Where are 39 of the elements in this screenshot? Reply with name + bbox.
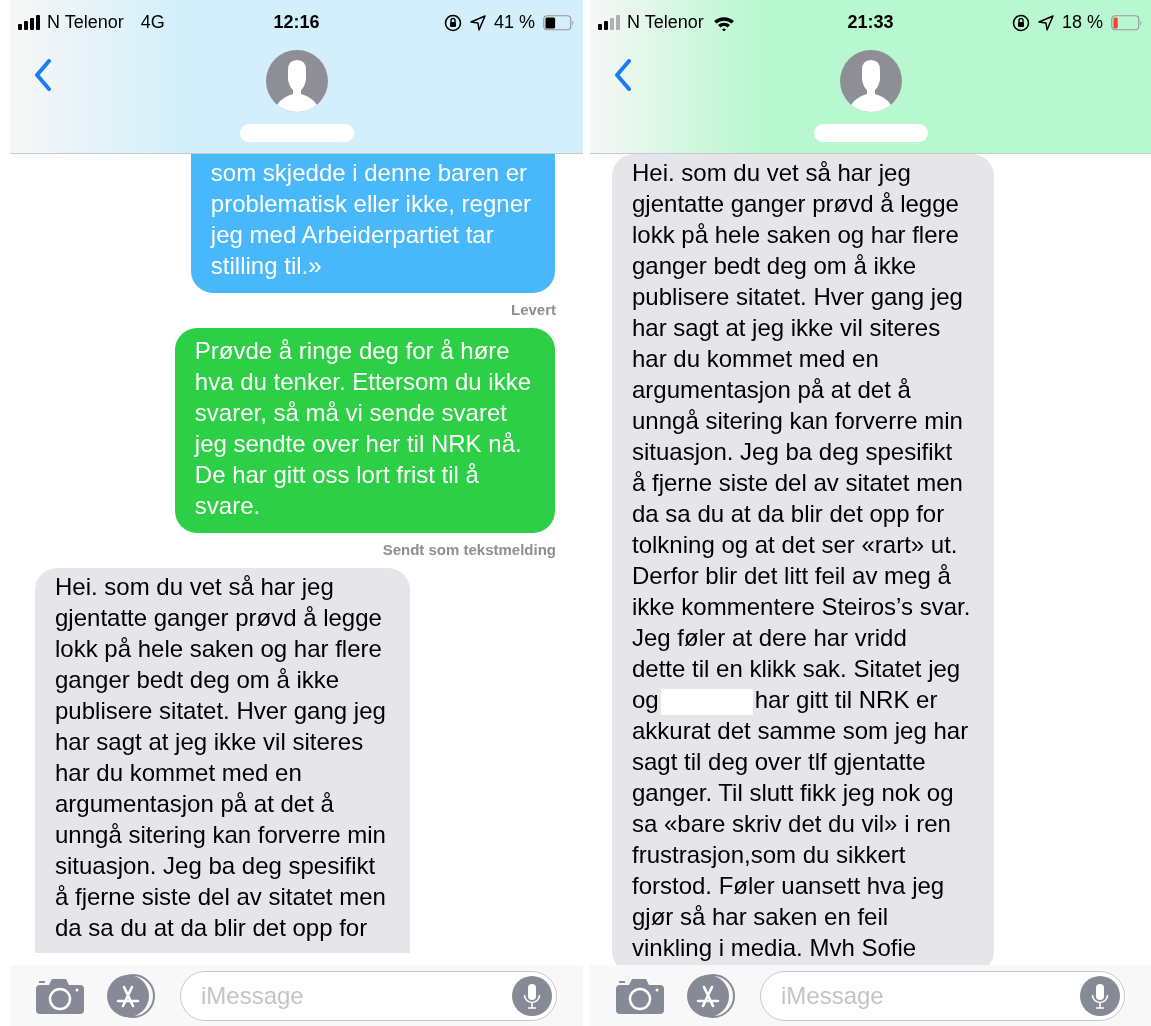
message-text: som skjedde i denne baren er problematisk eller ikke, regner jeg med Arbeiderpartiet tar stilling til.» xyxy=(210,158,531,281)
microphone-button[interactable] xyxy=(512,975,552,1016)
location-arrow-icon xyxy=(1037,14,1054,31)
signal-icon xyxy=(598,15,622,30)
message-input-field[interactable]: iMessage xyxy=(760,970,1125,1021)
clock-time: 21:33 xyxy=(847,11,894,34)
app-store-icon xyxy=(106,973,158,1018)
camera-button[interactable] xyxy=(36,977,84,1014)
delivery-status: Levert xyxy=(510,300,556,321)
battery-percent: 41 % xyxy=(493,11,535,34)
contact-avatar-icon xyxy=(265,50,328,112)
rotation-lock-icon xyxy=(1011,13,1030,32)
location-arrow-icon xyxy=(469,14,486,31)
camera-button[interactable] xyxy=(616,977,664,1014)
message-text: Hei. som du vet så har jeg gjentatte ganger prøvd å legge lokk på hele saken og har flere ganger bedt deg om å ikke publisere sitatet. Hver gang jeg har sagt at jeg ikke vil siteres har du kommet med en argumentasjon på at det å unngå sitering kan forverre min situasjon. Jeg ba deg spesifikt å fjerne siste del av sitatet men da sa du at da blir det opp for tolkning og at det ser «rart» ut. Derfor blir det litt feil av meg å ikke kommentere Steiros’s svar. Jeg føler at dere har vridd dette til en klikk sak. Sitatet jeg og har gitt til NRK er akkurat det samme som jeg har sagt til deg over tlf gjentatte ganger. Til slutt fikk jeg nok og sa «bare skriv det du vil» i ren frustrasjon,som du sikkert forstod. Føler uansett hva jeg gjør så har saken en feil vinkling i media. Mvh Sofie xyxy=(632,158,971,963)
back-chevron-icon xyxy=(614,59,632,91)
microphone-icon xyxy=(512,975,552,1016)
battery-percent: 18 % xyxy=(1061,11,1103,34)
app-store-icon xyxy=(686,973,738,1018)
message-text: Hei. som du vet så har jeg gjentatte ganger prøvd å legge lokk på hele saken og har flere ganger bedt deg om å ikke publisere sitatet. Hver gang jeg har sagt at jeg ikke vil siteres har du kommet med en argumentasjon på at det å unngå sitering kan forverre min situasjon. Jeg ba deg spesifikt å fjerne siste del av sitatet men da sa du at da blir det opp for xyxy=(55,572,386,943)
microphone-button[interactable] xyxy=(1080,975,1120,1016)
camera-icon xyxy=(36,977,84,1014)
carrier-name: N Telenor xyxy=(47,11,124,34)
battery-icon xyxy=(543,14,575,31)
carrier-name: N Telenor xyxy=(627,11,704,34)
back-chevron-icon xyxy=(34,59,52,91)
network-type: 4G xyxy=(140,11,165,34)
camera-icon xyxy=(616,977,664,1014)
delivery-status: Sendt som tekstmelding xyxy=(382,540,556,561)
message-text: Prøvde å ringe deg for å høre hva du tenker. Ettersom du ikke svarer, så må vi sende svaret jeg sendte over her til NRK nå. De har gitt oss lort frist til å svare. xyxy=(194,336,531,521)
clock-time: 12:16 xyxy=(273,11,320,34)
rotation-lock-icon xyxy=(443,13,462,32)
microphone-icon xyxy=(1080,975,1120,1016)
app-store-button[interactable] xyxy=(686,973,738,1018)
contact-avatar-icon xyxy=(839,50,902,112)
battery-icon xyxy=(1111,14,1143,31)
signal-icon xyxy=(18,15,42,30)
message-input-field[interactable]: iMessage xyxy=(180,970,557,1021)
app-store-button[interactable] xyxy=(106,973,158,1018)
